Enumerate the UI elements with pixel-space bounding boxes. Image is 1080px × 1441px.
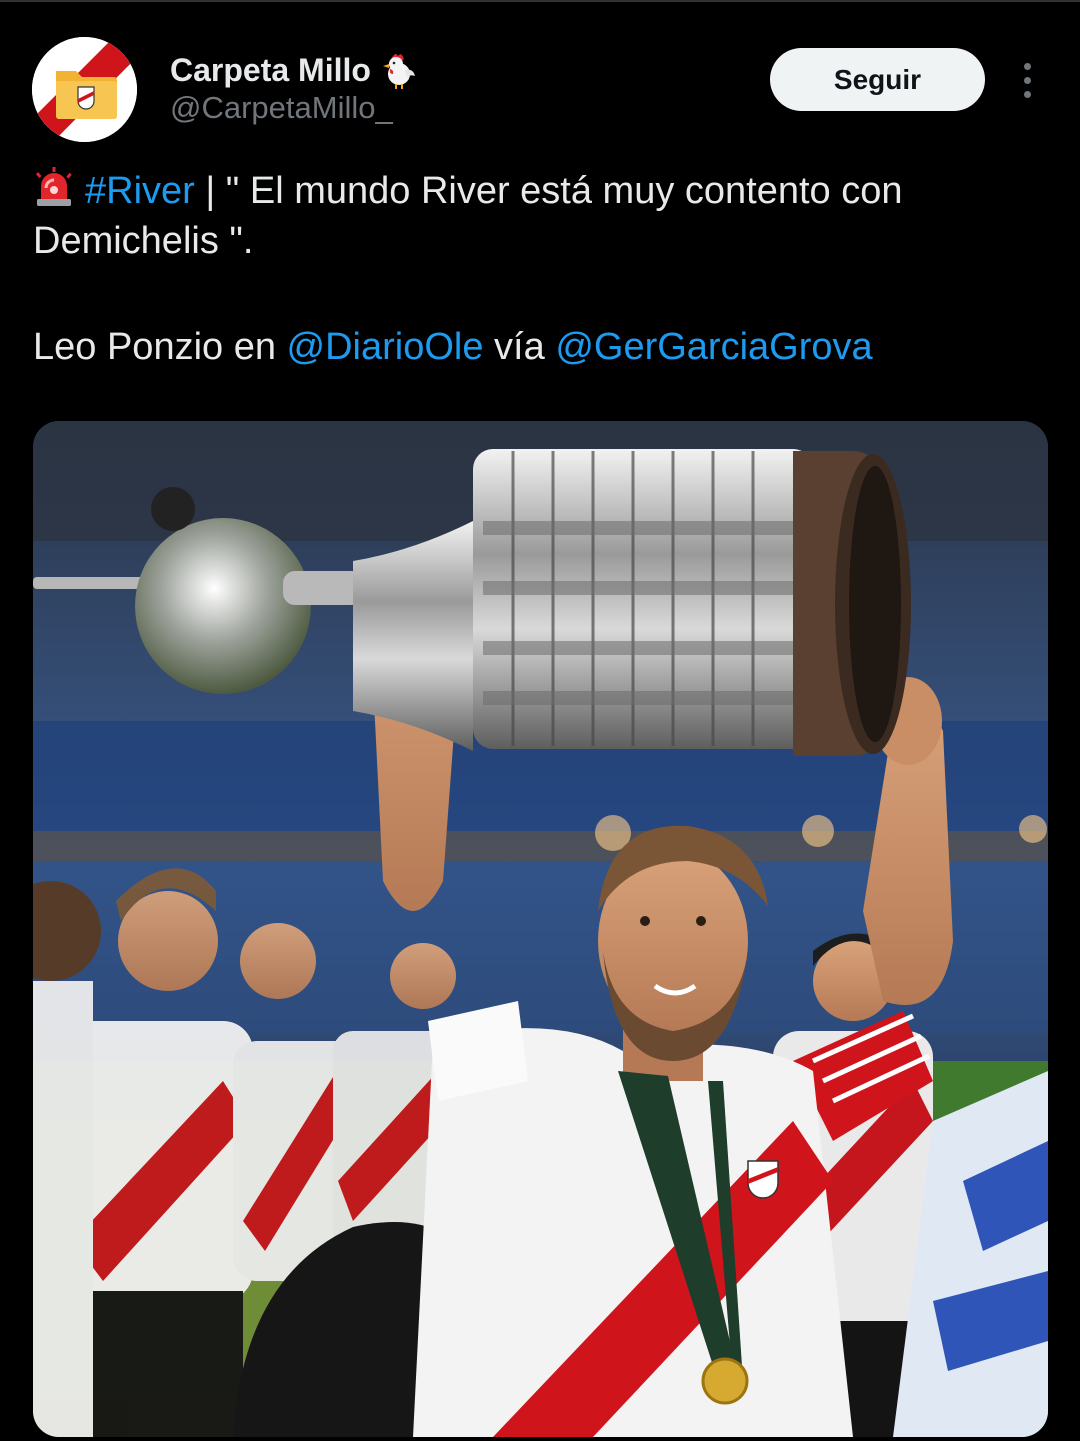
display-name-text: Carpeta Millo xyxy=(170,51,371,88)
tweet-text-segment: | " El mundo River está muy contento con xyxy=(194,170,903,212)
author-display-name[interactable]: Carpeta Millo xyxy=(170,50,419,90)
tweet-text-segment: Leo Ponzio en xyxy=(33,326,287,368)
siren-emoji-icon xyxy=(35,167,72,206)
dot xyxy=(1023,90,1031,98)
folder-river-crest-icon xyxy=(32,37,137,142)
top-divider xyxy=(0,0,1080,2)
tweet-text: #River | " El mundo River está muy conte… xyxy=(33,166,1043,372)
follow-button[interactable]: Seguir xyxy=(770,48,985,111)
mention-diarioole-link[interactable]: @DiarioOle xyxy=(287,326,484,368)
more-dots-icon[interactable] xyxy=(1010,58,1044,102)
hashtag-river-link[interactable]: #River xyxy=(85,170,195,212)
tweet-photo[interactable] xyxy=(33,421,1048,1437)
tweet-text-segment: vía xyxy=(483,326,556,368)
tweet-line-2: Leo Ponzio en @DiarioOle vía @GerGarciaG… xyxy=(33,322,1043,372)
author-handle[interactable]: @CarpetaMillo_ xyxy=(170,90,393,126)
dot xyxy=(1023,62,1031,70)
trophy-celebration-image xyxy=(33,421,1048,1437)
rooster-emoji-icon xyxy=(382,54,415,89)
tweet-line-1: #River | " El mundo River está muy conte… xyxy=(33,166,1043,266)
dot xyxy=(1023,76,1031,84)
author-avatar[interactable] xyxy=(32,37,137,142)
mention-gergarciagrova-link[interactable]: @GerGarciaGrova xyxy=(555,326,872,368)
tweet-text-continuation: Demichelis ". xyxy=(33,220,254,262)
